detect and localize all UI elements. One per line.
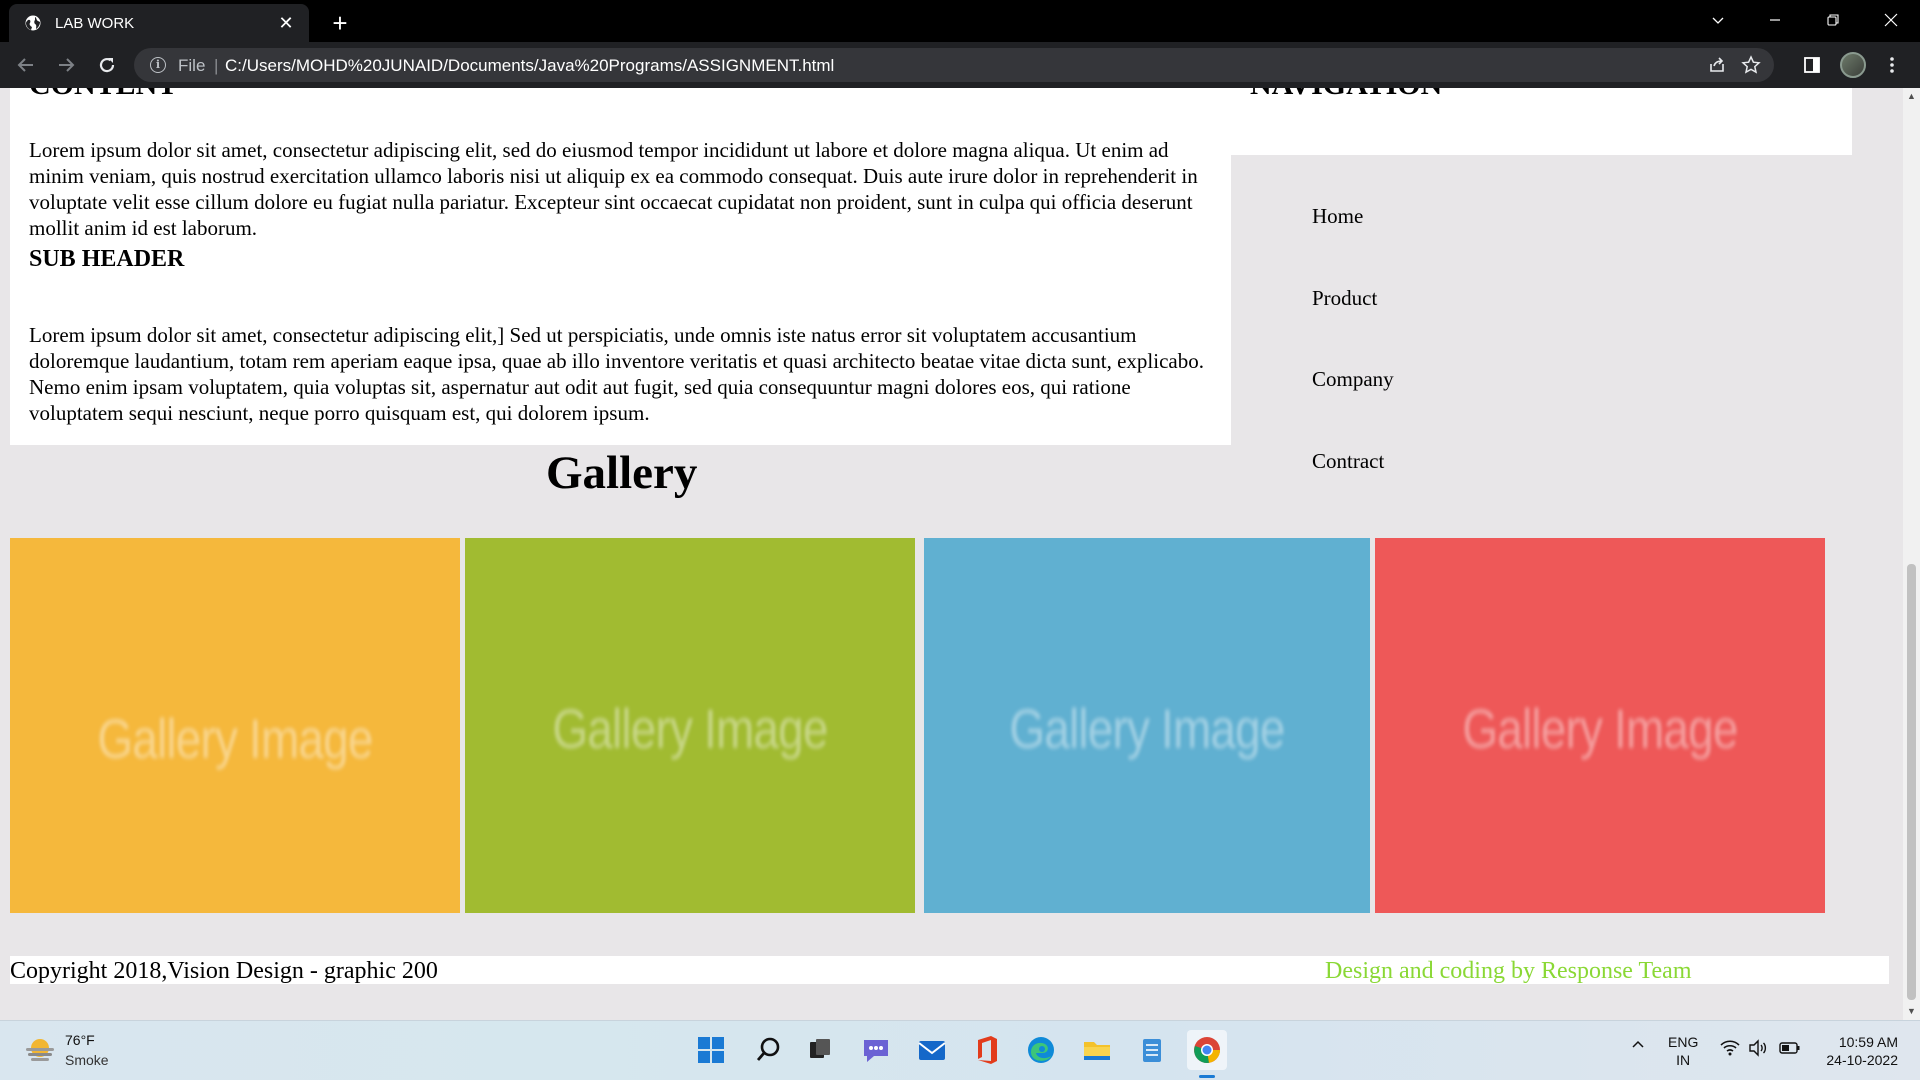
sub-header: SUB HEADER	[29, 246, 185, 272]
scheme-label: File	[178, 56, 206, 75]
input-language-indicator[interactable]: ENG IN	[1668, 1033, 1698, 1069]
new-tab-button[interactable]: +	[325, 8, 355, 38]
weather-condition[interactable]: Smoke	[65, 1052, 109, 1068]
browser-toolbar: i File | C:/Users/MOHD%20JUNAID/Document…	[0, 42, 1920, 88]
site-info-icon[interactable]: i	[150, 57, 166, 73]
close-window-icon[interactable]	[1868, 0, 1914, 40]
page-viewport: CONTENT Lorem ipsum dolor sit amet, cons…	[0, 88, 1903, 1020]
restore-icon[interactable]	[1810, 0, 1856, 40]
scheme-separator: |	[214, 56, 219, 75]
browser-tab-strip: LAB WORK ✕ +	[0, 0, 1920, 42]
address-bar[interactable]: i File | C:/Users/MOHD%20JUNAID/Document…	[134, 48, 1774, 82]
mail-icon[interactable]	[912, 1030, 952, 1070]
show-hidden-icons-chevron-icon[interactable]	[1630, 1037, 1646, 1057]
content-section: CONTENT Lorem ipsum dolor sit amet, cons…	[10, 88, 1231, 445]
gallery-image-4: Gallery Image	[1375, 538, 1825, 913]
gallery-image-3: Gallery Image	[924, 538, 1370, 913]
file-explorer-icon[interactable]	[1077, 1030, 1117, 1070]
browser-tab[interactable]: LAB WORK ✕	[9, 4, 309, 42]
region-code: IN	[1676, 1052, 1691, 1068]
profile-avatar[interactable]	[1840, 52, 1866, 78]
page-footer: Copyright 2018,Vision Design - graphic 2…	[10, 956, 1889, 984]
credits-text: Design and coding by Response Team	[1325, 958, 1692, 984]
url-text[interactable]: C:/Users/MOHD%20JUNAID/Documents/Java%20…	[225, 56, 834, 76]
active-app-indicator	[1199, 1075, 1215, 1078]
content-paragraph-2: Lorem ipsum dolor sit amet, consectetur …	[29, 323, 1204, 425]
nav-link-home[interactable]: Home	[1312, 204, 1363, 229]
navigation-heading: NAVIGATION	[1250, 88, 1442, 102]
system-clock[interactable]: 10:59 AM 24-10-2022	[1808, 1033, 1898, 1069]
scroll-up-arrow-icon[interactable]: ▲	[1903, 88, 1920, 105]
copyright-text: Copyright 2018,Vision Design - graphic 2…	[10, 958, 438, 984]
scroll-down-arrow-icon[interactable]: ▼	[1903, 1003, 1920, 1020]
nav-link-company[interactable]: Company	[1312, 367, 1394, 392]
tab-close-icon[interactable]: ✕	[273, 10, 299, 36]
wifi-icon[interactable]	[1720, 1039, 1740, 1061]
share-icon[interactable]	[1706, 55, 1728, 77]
globe-icon	[25, 15, 41, 31]
task-view-icon[interactable]	[800, 1030, 840, 1070]
gallery-image-label: Gallery Image	[1009, 697, 1285, 760]
weather-smoke-icon[interactable]	[24, 1035, 56, 1063]
battery-icon[interactable]	[1779, 1039, 1801, 1061]
nav-link-contract[interactable]: Contract	[1312, 449, 1384, 474]
minimize-icon[interactable]	[1752, 0, 1798, 40]
content-paragraph-1: Lorem ipsum dolor sit amet, consectetur …	[29, 138, 1198, 240]
gallery-image-1: Gallery Image	[10, 538, 460, 913]
edge-icon[interactable]	[1021, 1030, 1061, 1070]
nav-link-product[interactable]: Product	[1312, 286, 1377, 311]
windows-taskbar: 76°F Smoke ENG IN 10:59 AM 24-10-2022	[0, 1020, 1920, 1080]
gallery-image-label: Gallery Image	[552, 697, 828, 760]
teams-chat-icon[interactable]	[856, 1030, 896, 1070]
tab-title: LAB WORK	[55, 15, 135, 32]
office-icon[interactable]	[967, 1030, 1007, 1070]
clock-time: 10:59 AM	[1838, 1034, 1898, 1050]
search-icon[interactable]	[748, 1030, 788, 1070]
browser-menu-icon[interactable]	[1877, 50, 1907, 80]
tab-search-chevron-icon[interactable]	[1695, 0, 1741, 40]
navigation-header-panel: NAVIGATION	[1231, 88, 1852, 155]
weather-temperature[interactable]: 76°F	[65, 1032, 95, 1048]
gallery-image-label: Gallery Image	[97, 707, 373, 770]
gallery-image-label: Gallery Image	[1462, 697, 1738, 760]
volume-icon[interactable]	[1748, 1039, 1768, 1061]
forward-icon[interactable]	[50, 49, 82, 81]
content-heading: CONTENT	[29, 88, 177, 102]
start-icon[interactable]	[691, 1030, 731, 1070]
chrome-icon[interactable]	[1187, 1030, 1227, 1070]
gallery-title: Gallery	[546, 447, 698, 499]
reload-icon[interactable]	[91, 49, 123, 81]
side-panel-icon[interactable]	[1797, 50, 1827, 80]
gallery-image-2: Gallery Image	[465, 538, 915, 913]
language-code: ENG	[1668, 1034, 1699, 1050]
bookmark-star-icon[interactable]	[1740, 55, 1762, 77]
notepad-icon[interactable]	[1132, 1030, 1172, 1070]
back-icon[interactable]	[10, 49, 42, 81]
scrollbar-thumb[interactable]	[1907, 564, 1916, 1000]
clock-date: 24-10-2022	[1826, 1052, 1898, 1068]
page-scrollbar[interactable]: ▲ ▼	[1903, 88, 1920, 1020]
